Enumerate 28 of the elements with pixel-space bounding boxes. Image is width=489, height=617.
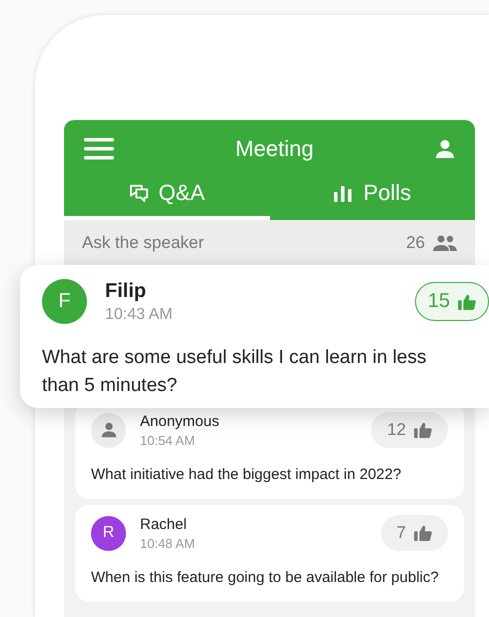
author-name: Filip — [105, 280, 148, 302]
avatar: R — [91, 516, 126, 550]
ask-bar[interactable]: Ask the speaker 26 — [64, 220, 475, 265]
post-time: 10:54 AM — [140, 432, 196, 448]
author-name: Anonymous — [140, 412, 220, 430]
vote-button[interactable]: 12 — [371, 412, 448, 448]
author-name: Rachel — [140, 516, 188, 532]
post-time: 10:48 AM — [140, 536, 196, 550]
chat-icon — [128, 184, 149, 202]
bar-chart-icon — [333, 184, 354, 202]
thumbs-up-icon — [458, 294, 476, 310]
participant-count: 26 — [406, 232, 425, 252]
thumbs-up-icon — [414, 525, 432, 541]
ask-placeholder: Ask the speaker — [82, 232, 205, 252]
avatar: F — [42, 279, 87, 324]
post-time: 10:43 AM — [105, 306, 174, 324]
thumbs-up-icon — [414, 422, 432, 438]
menu-icon[interactable] — [84, 138, 114, 160]
tab[interactable]: Polls — [270, 178, 475, 220]
question-text: What initiative had the biggest impact in 2022? — [91, 466, 402, 483]
question-text: What are some useful skills I can learn in less than 5 minutes? — [42, 346, 428, 398]
person-icon — [100, 421, 118, 439]
vote-button[interactable]: 7 — [380, 515, 448, 551]
user-icon[interactable] — [435, 139, 455, 159]
vote-button[interactable]: 15 — [414, 282, 489, 321]
app-title: Meeting — [235, 136, 314, 162]
people-icon — [433, 234, 457, 250]
question-text: When is this feature going to be available for public? — [91, 569, 440, 586]
